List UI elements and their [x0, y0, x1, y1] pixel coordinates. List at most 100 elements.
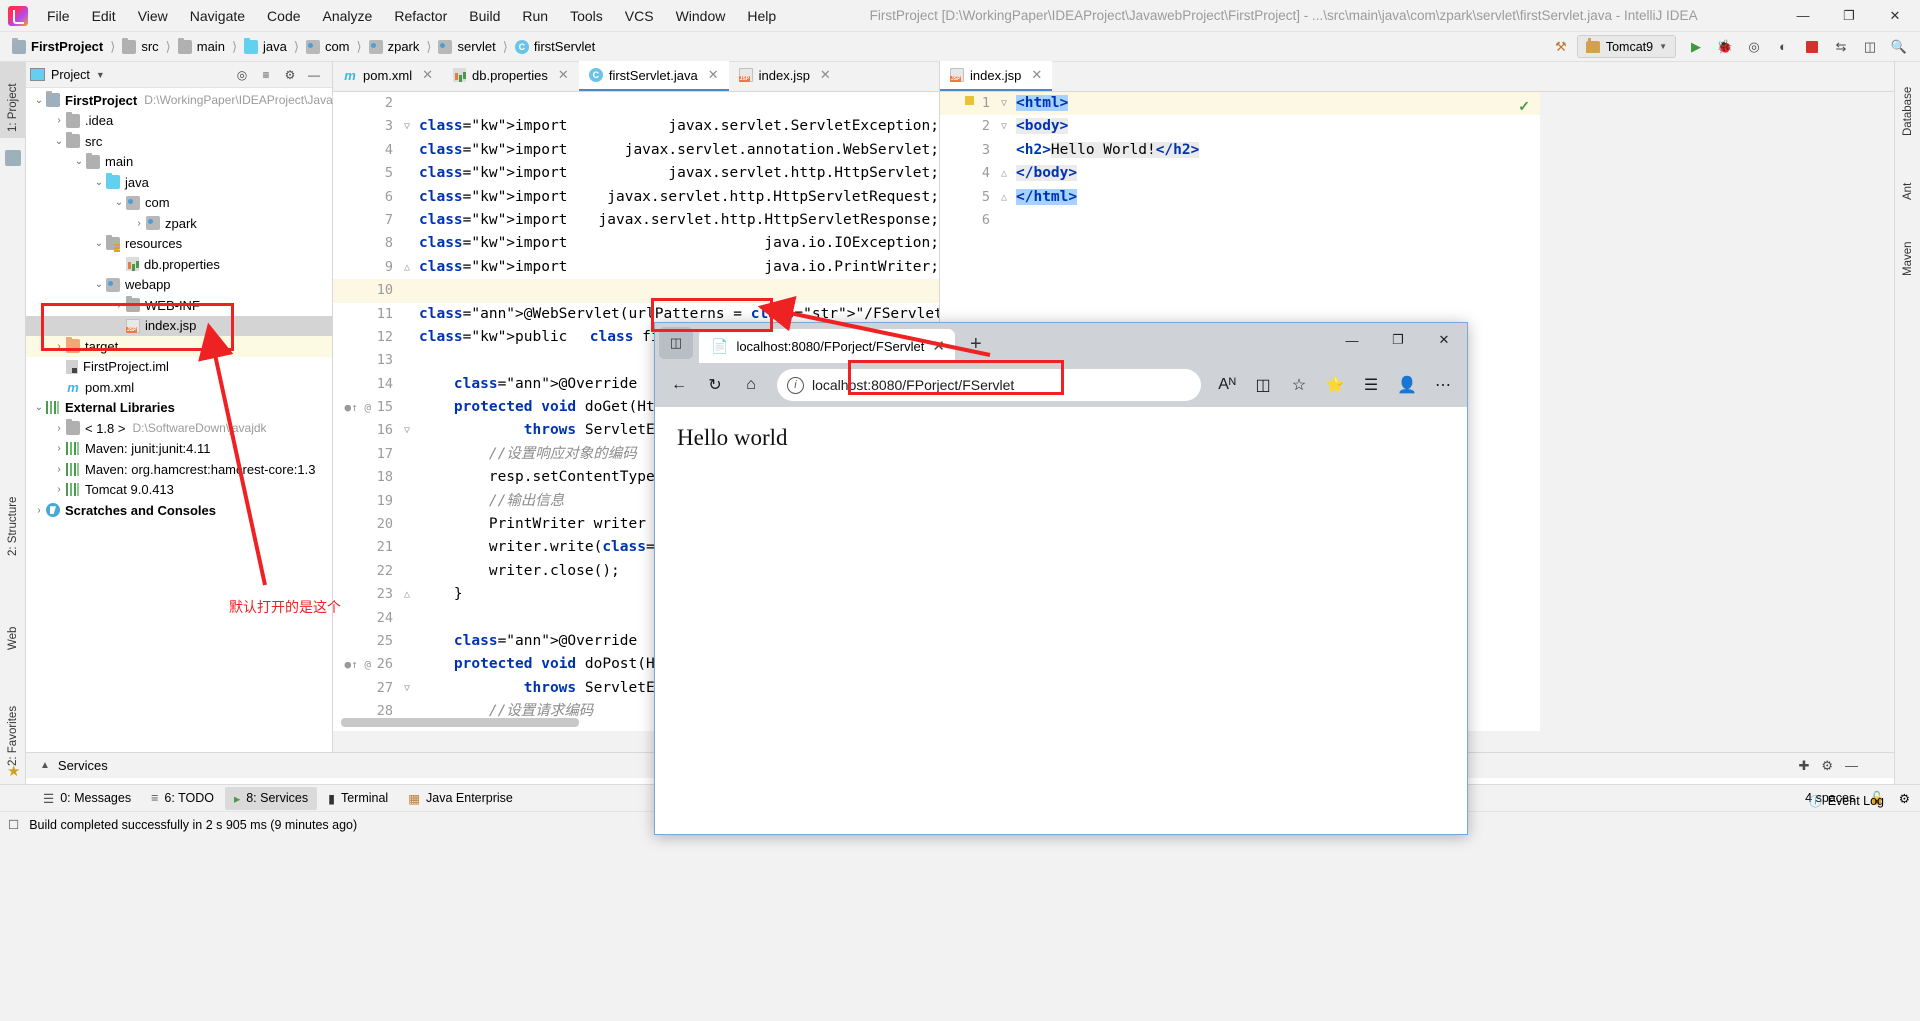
menu-refactor[interactable]: Refactor: [383, 4, 458, 28]
main-menu[interactable]: File Edit View Navigate Code Analyze Ref…: [36, 4, 787, 28]
code-line[interactable]: 1 ▽ <html>: [940, 92, 1540, 116]
tree-twisty[interactable]: ›: [52, 341, 66, 352]
edge-browser-window[interactable]: ◫ 📄 localhost:8080/FPorject/FServlet ✕ +…: [654, 322, 1468, 835]
tab-db-properties[interactable]: db.properties ✕: [443, 61, 579, 91]
vcs-icon[interactable]: ⚙: [1899, 791, 1910, 806]
tree-node-tomcat-9-0-413[interactable]: › Tomcat 9.0.413: [26, 480, 332, 501]
code-content[interactable]: 1 ▽ <html> 2 ▽ <body> 3 <h2>Hello World!</h2> 4 △…: [940, 92, 1540, 232]
tree-twisty[interactable]: ⌄: [112, 197, 126, 208]
home-icon[interactable]: ⌂: [735, 369, 767, 401]
run-button[interactable]: ▶: [1683, 35, 1709, 59]
tree-node-java[interactable]: ⌄ java: [26, 172, 332, 193]
fold-marker[interactable]: △: [996, 186, 1012, 209]
back-icon[interactable]: ←: [663, 369, 695, 401]
browser-toolbar[interactable]: ← ↻ ⌂ i localhost:8080/FPorject/FServlet…: [655, 363, 1467, 407]
code-line[interactable]: 3 ▽ class="kw">import javax.servlet.Servle…: [333, 115, 939, 138]
code-line[interactable]: 3 <h2>Hello World!</h2>: [940, 139, 1540, 162]
gutter-marker[interactable]: ●↑ @: [345, 396, 372, 419]
tree-twisty[interactable]: ›: [132, 218, 146, 229]
read-aloud-icon[interactable]: Aᴺ: [1211, 369, 1243, 401]
code-line[interactable]: 9 △ class="kw">import java.io.PrintWriter;: [333, 256, 939, 279]
site-info-icon[interactable]: i: [787, 376, 804, 394]
menu-build[interactable]: Build: [458, 4, 511, 28]
close-icon[interactable]: ✕: [558, 67, 569, 83]
tree-twisty[interactable]: ⌄: [52, 136, 66, 147]
breadcrumb-item-java[interactable]: java: [242, 37, 289, 56]
new-tab-button[interactable]: +: [961, 329, 991, 359]
browser-maximize-button[interactable]: ❐: [1375, 323, 1421, 357]
toolbar-right[interactable]: ⚒ Tomcat9 ▼ ▶ 🐞 ◎ ◐ ⇆ ◫ 🔍: [1548, 35, 1912, 59]
breadcrumb-item-zpark[interactable]: zpark: [367, 37, 422, 56]
code-line[interactable]: 6 class="kw">import javax.servlet.http.Ht…: [333, 186, 939, 209]
tab-terminal[interactable]: ▮ Terminal: [319, 787, 397, 810]
menu-vcs[interactable]: VCS: [614, 4, 665, 28]
sidebar-item-ant[interactable]: Ant: [1895, 162, 1920, 206]
update-app-button[interactable]: ⇆: [1828, 35, 1854, 59]
close-icon[interactable]: ✕: [708, 67, 719, 83]
code-line[interactable]: 5 △ </html>: [940, 186, 1540, 209]
fold-marker[interactable]: ▽: [399, 419, 415, 442]
code-line[interactable]: 6: [940, 209, 1540, 232]
fold-marker[interactable]: △: [399, 583, 415, 606]
code-line[interactable]: 4 class="kw">import javax.servlet.annotat…: [333, 139, 939, 162]
tree-node-maven-org-hamcrest-hamcrest-core-1-3[interactable]: › Maven: org.hamcrest:hamcrest-core:1.3: [26, 459, 332, 480]
tree-twisty[interactable]: ⌄: [32, 95, 46, 106]
menu-file[interactable]: File: [36, 4, 81, 28]
close-icon[interactable]: ✕: [932, 337, 945, 355]
tree-node-firstproject-iml[interactable]: FirstProject.iml: [26, 357, 332, 378]
fold-marker[interactable]: △: [399, 256, 415, 279]
debug-button[interactable]: 🐞: [1712, 35, 1738, 59]
tree-node-db-properties[interactable]: db.properties: [26, 254, 332, 275]
breadcrumb-item-com[interactable]: com: [304, 37, 352, 56]
code-line[interactable]: 10: [333, 279, 939, 303]
menu-tools[interactable]: Tools: [559, 4, 614, 28]
tab-pom-xml[interactable]: m pom.xml ✕: [333, 61, 443, 91]
breadcrumb-item-firstservlet[interactable]: C firstServlet: [513, 37, 597, 56]
event-log-button[interactable]: ⓘ Event Log: [1809, 791, 1884, 810]
sidebar-item-structure[interactable]: 2: Structure: [0, 462, 26, 562]
code-line[interactable]: 2: [333, 92, 939, 115]
tree-node-maven-junit-junit-4-11[interactable]: › Maven: junit:junit:4.11: [26, 439, 332, 460]
tree-twisty[interactable]: ›: [52, 115, 66, 126]
tab-todo[interactable]: ≡ 6: TODO: [142, 787, 223, 809]
menu-window[interactable]: Window: [665, 4, 737, 28]
tab-index-jsp[interactable]: index.jsp ✕: [729, 61, 841, 91]
fold-marker[interactable]: ▽: [399, 677, 415, 700]
tree-twisty[interactable]: ⌄: [72, 156, 86, 167]
split-editor-tab-bar[interactable]: index.jsp ✕: [940, 61, 1541, 92]
tree-node-webapp[interactable]: ⌄ webapp: [26, 275, 332, 296]
browser-tab-strip[interactable]: ◫ 📄 localhost:8080/FPorject/FServlet ✕ +…: [655, 323, 1467, 363]
minimize-button[interactable]: —: [1780, 0, 1826, 32]
code-line[interactable]: 7 class="kw">import javax.servlet.http.Ht…: [333, 209, 939, 232]
fold-marker[interactable]: △: [996, 162, 1012, 185]
menu-navigate[interactable]: Navigate: [179, 4, 256, 28]
tree-node-pom-xml[interactable]: m pom.xml: [26, 377, 332, 398]
close-icon[interactable]: ✕: [422, 67, 433, 83]
settings-gear-icon[interactable]: ⚙: [280, 65, 300, 85]
collections-icon[interactable]: ☰: [1355, 369, 1387, 401]
breadcrumb[interactable]: FirstProject ⟩ src ⟩ main ⟩ java ⟩ com ⟩…: [10, 37, 597, 56]
code-line[interactable]: 4 △ </body>: [940, 162, 1540, 185]
tree-node-src[interactable]: ⌄ src: [26, 131, 332, 152]
tree-node-zpark[interactable]: › zpark: [26, 213, 332, 234]
tree-twisty[interactable]: ›: [112, 300, 126, 311]
tree-node-index-jsp[interactable]: index.jsp: [26, 315, 332, 336]
tree-twisty[interactable]: ⌄: [92, 177, 106, 188]
maximize-button[interactable]: ❐: [1826, 0, 1872, 32]
breadcrumb-item-main[interactable]: main: [176, 37, 227, 56]
sidebar-item-project[interactable]: 1: Project: [0, 62, 26, 138]
editor-horizontal-scrollbar[interactable]: [341, 718, 579, 727]
tree-node-1-8[interactable]: › < 1.8 > D:\SoftwareDown\javajdk: [26, 418, 332, 439]
collapse-icon[interactable]: ▲: [40, 760, 50, 771]
code-line[interactable]: 8 class="kw">import java.io.IOException;: [333, 232, 939, 255]
tab-firstservlet-java[interactable]: C firstServlet.java ✕: [578, 61, 729, 91]
browser-window-controls[interactable]: — ❐ ✕: [1329, 323, 1467, 357]
project-tree[interactable]: ⌄ FirstProject D:\WorkingPaper\IDEAProject…: [26, 88, 333, 521]
menu-view[interactable]: View: [127, 4, 179, 28]
favorites-icon[interactable]: ⭐: [1319, 369, 1351, 401]
sidebar-item-favorites[interactable]: 2: Favorites: [0, 672, 26, 772]
menu-help[interactable]: Help: [736, 4, 787, 28]
tree-twisty[interactable]: ›: [52, 423, 66, 434]
close-button[interactable]: ✕: [1872, 0, 1918, 32]
bottom-right-controls[interactable]: ✚ ⚙ —: [1798, 758, 1858, 774]
